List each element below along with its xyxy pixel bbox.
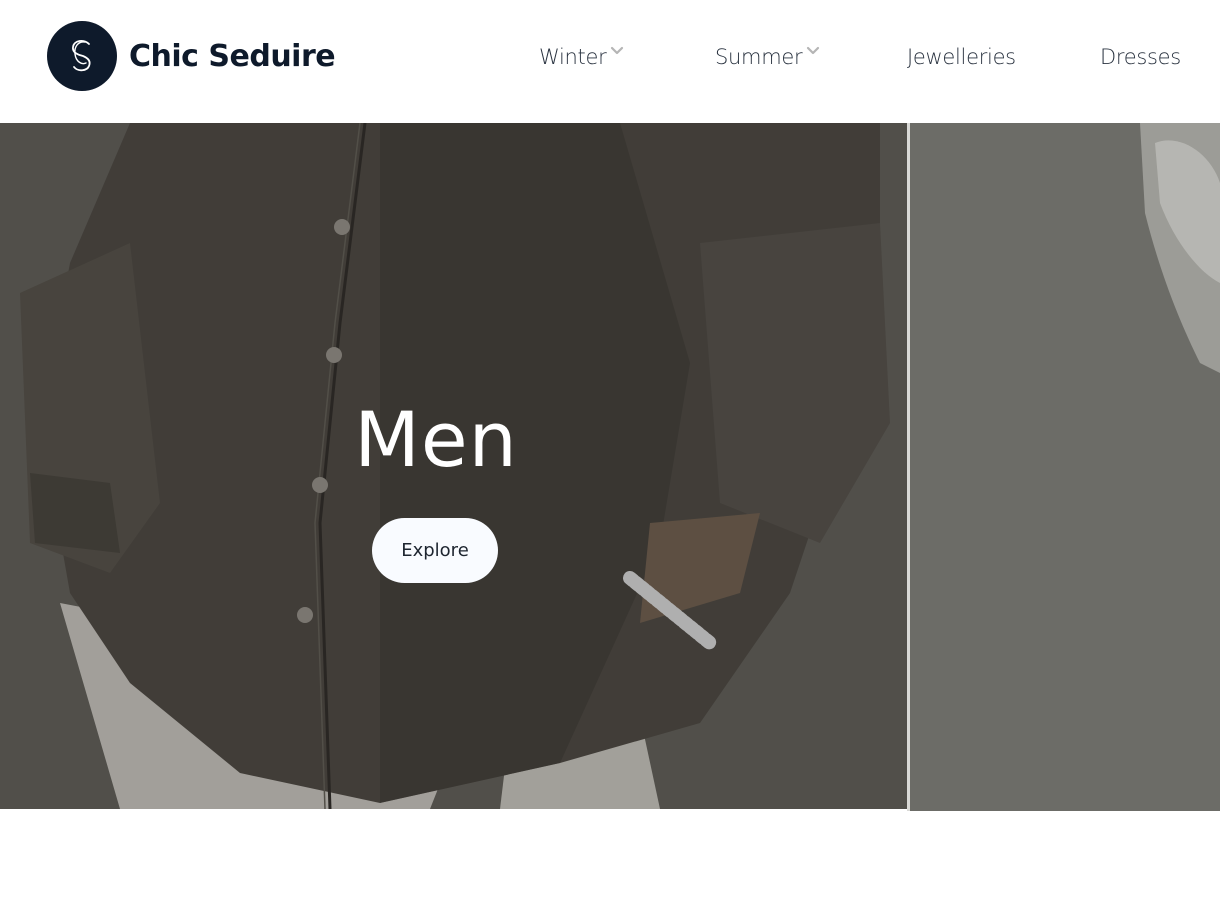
- hero-slide-next[interactable]: [910, 123, 1220, 811]
- nav-item-dresses[interactable]: Dresses: [1100, 40, 1181, 74]
- nav-item-summer[interactable]: Summer: [715, 40, 820, 74]
- nav-item-label: Summer: [715, 45, 803, 69]
- hero-title: Men: [354, 395, 518, 484]
- nav-item-winter[interactable]: Winter: [539, 40, 624, 74]
- page-below-hero: [0, 811, 1220, 918]
- nav-item-label: Winter: [539, 45, 607, 69]
- main-nav: Winter Summer Jewelleries Dresses: [0, 40, 1220, 74]
- chevron-down-icon: [611, 46, 624, 55]
- hero-slide-men[interactable]: Men Explore: [0, 123, 907, 809]
- hero-carousel: Men Explore: [0, 123, 1220, 811]
- nav-item-label: Dresses: [1100, 45, 1181, 69]
- explore-button[interactable]: Explore: [372, 518, 498, 583]
- hero-image-next: [910, 123, 1220, 811]
- nav-item-jewelleries[interactable]: Jewelleries: [907, 40, 1016, 74]
- site-header: Chic Seduire Winter Summer Jewelleries D…: [0, 0, 1220, 123]
- chevron-down-icon: [807, 46, 820, 55]
- nav-item-label: Jewelleries: [907, 45, 1016, 69]
